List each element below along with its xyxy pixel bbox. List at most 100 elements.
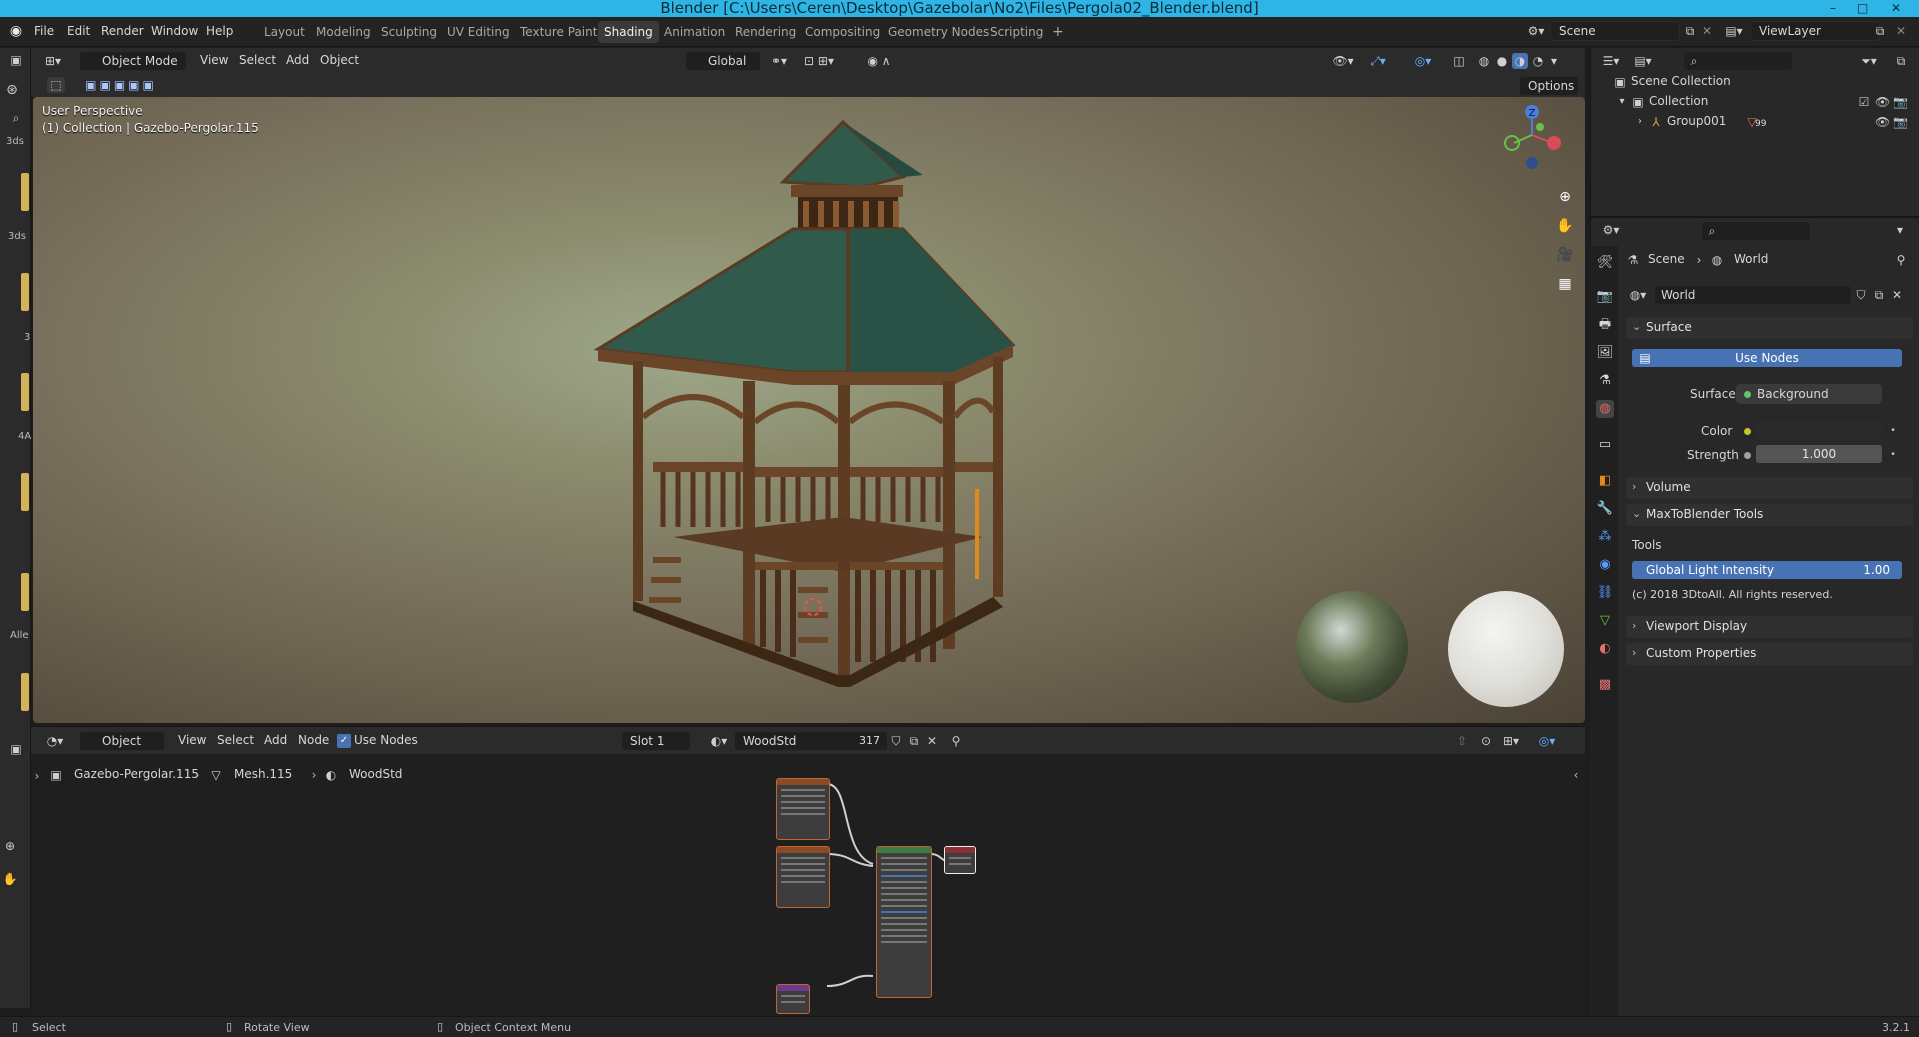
- scene-tab-icon[interactable]: ⚗: [1596, 372, 1614, 390]
- world-name-field[interactable]: World: [1654, 285, 1852, 305]
- editor-type-node-icon[interactable]: ▣: [8, 741, 24, 757]
- minimize-button[interactable]: –: [1830, 0, 1836, 17]
- use-nodes-button[interactable]: ▤ Use Nodes: [1632, 349, 1902, 367]
- fake-user-icon[interactable]: ⛉: [889, 733, 903, 749]
- rendered-shading-icon[interactable]: ◔: [1530, 53, 1546, 69]
- node-menu-view[interactable]: View: [178, 733, 206, 747]
- node-menu-node[interactable]: Node: [298, 733, 329, 747]
- volume-panel-header[interactable]: › Volume: [1626, 477, 1913, 499]
- world-tab-icon[interactable]: ◍: [1596, 400, 1614, 418]
- asset-thumb-5[interactable]: [21, 573, 29, 611]
- expand-collection-icon[interactable]: ▾: [1617, 94, 1627, 110]
- snapping-icon[interactable]: ⊡ ⊞▾: [801, 53, 837, 69]
- object-mode-dropdown[interactable]: Object Mode: [79, 51, 187, 71]
- solid-shading-icon[interactable]: ●: [1494, 53, 1510, 69]
- menu-render[interactable]: Render: [101, 24, 144, 38]
- use-nodes-checkbox[interactable]: ✓: [337, 734, 351, 748]
- viewport-menu-object[interactable]: Object: [320, 53, 359, 67]
- props-breadcrumb-scene[interactable]: Scene: [1648, 252, 1685, 266]
- shader-object-dropdown[interactable]: Object: [79, 731, 165, 751]
- tab-shading[interactable]: Shading: [598, 21, 659, 43]
- overlays-icon[interactable]: ◎▾: [1411, 53, 1435, 69]
- outliner-group[interactable]: Group001: [1667, 114, 1726, 128]
- menu-window[interactable]: Window: [151, 24, 198, 38]
- node-snap-icon[interactable]: ⊙: [1479, 733, 1493, 749]
- viewport-menu-select[interactable]: Select: [239, 53, 276, 67]
- pin-icon[interactable]: ⚲: [1894, 252, 1908, 268]
- asset-thumb-2[interactable]: [21, 273, 29, 311]
- output-tab-icon[interactable]: 🖶: [1596, 316, 1614, 334]
- camera-view-icon[interactable]: 🎥: [1555, 247, 1575, 263]
- tab-layout[interactable]: Layout: [258, 21, 311, 43]
- tool-tab-icon[interactable]: 🛠: [1596, 254, 1614, 272]
- tab-scripting[interactable]: Scripting: [984, 21, 1049, 43]
- tab-rendering[interactable]: Rendering: [729, 21, 802, 43]
- material-tab-icon[interactable]: ◐: [1596, 640, 1614, 658]
- view-layer-tab-icon[interactable]: 🖼: [1596, 344, 1614, 362]
- tab-uv-editing[interactable]: UV Editing: [441, 21, 516, 43]
- gazebo-model[interactable]: [593, 117, 1153, 697]
- modifier-tab-icon[interactable]: 🔧: [1596, 500, 1614, 518]
- outliner-scene-collection[interactable]: Scene Collection: [1631, 74, 1731, 88]
- tweak-tool-icon[interactable]: ⊛: [4, 82, 20, 98]
- material-slot-dropdown[interactable]: Slot 1: [621, 731, 691, 751]
- unlink-world-icon[interactable]: ✕: [1890, 287, 1904, 303]
- tab-modeling[interactable]: Modeling: [310, 21, 377, 43]
- selection-mode-icons[interactable]: ▣▣▣▣▣: [76, 77, 166, 93]
- shading-options-icon[interactable]: ▾: [1548, 53, 1560, 69]
- asset-thumb-4[interactable]: [21, 473, 29, 511]
- properties-options-icon[interactable]: ▾: [1893, 222, 1907, 238]
- pivot-point-icon[interactable]: ⚭▾: [767, 53, 791, 69]
- camera-render-icon[interactable]: 📷: [1893, 114, 1908, 130]
- material-users-count[interactable]: 317: [859, 734, 880, 747]
- pan-view-icon[interactable]: ✋: [1555, 218, 1575, 234]
- new-viewlayer-icon[interactable]: ⧉: [1873, 23, 1887, 39]
- visibility-icon[interactable]: 👁▾: [1331, 53, 1355, 69]
- physics-tab-icon[interactable]: ◉: [1596, 556, 1614, 574]
- custom-properties-panel-header[interactable]: › Custom Properties: [1626, 643, 1913, 665]
- tab-sculpting[interactable]: Sculpting: [375, 21, 443, 43]
- browse-material-icon[interactable]: ◐▾: [707, 733, 731, 749]
- editor-type-icon[interactable]: ▣: [8, 52, 24, 68]
- object-tab-icon[interactable]: ◧: [1596, 472, 1614, 490]
- animate-property-icon[interactable]: •: [1888, 423, 1898, 439]
- particles-tab-icon[interactable]: ⁂: [1596, 528, 1614, 546]
- animate-property-icon[interactable]: •: [1888, 447, 1898, 463]
- node-menu-add[interactable]: Add: [264, 733, 287, 747]
- principled-bsdf-node[interactable]: [876, 846, 932, 998]
- tab-animation[interactable]: Animation: [658, 21, 731, 43]
- scene-selector-icon[interactable]: ⚙▾: [1524, 23, 1548, 39]
- wireframe-shading-icon[interactable]: ◍: [1476, 53, 1492, 69]
- delete-scene-icon[interactable]: ✕: [1700, 23, 1714, 39]
- tab-geometry-nodes[interactable]: Geometry Nodes: [882, 21, 995, 43]
- breadcrumb-object[interactable]: Gazebo-Pergolar.115: [74, 767, 199, 781]
- ortho-toggle-icon[interactable]: ▦: [1555, 276, 1575, 292]
- duplicate-material-icon[interactable]: ⧉: [907, 733, 921, 749]
- viewport-menu-add[interactable]: Add: [286, 53, 309, 67]
- pin-icon[interactable]: ⚲: [949, 733, 963, 749]
- blender-logo-icon[interactable]: ◉: [8, 23, 24, 39]
- shader-type-icon[interactable]: ◔▾: [43, 733, 67, 749]
- node-overlays-icon[interactable]: ◎▾: [1535, 733, 1559, 749]
- eye-icon[interactable]: 👁: [1875, 94, 1890, 110]
- gizmo-icon[interactable]: ⤢▾: [1366, 53, 1390, 69]
- normal-map-node[interactable]: [776, 984, 810, 1014]
- texture-tab-icon[interactable]: ▩: [1596, 676, 1614, 694]
- viewlayer-icon[interactable]: ▤▾: [1722, 23, 1746, 39]
- asset-thumb-6[interactable]: [21, 673, 29, 711]
- viewport-options-dropdown[interactable]: Options: [1519, 76, 1579, 96]
- properties-editor-type-icon[interactable]: ⚙▾: [1599, 222, 1623, 238]
- viewport-menu-view[interactable]: View: [200, 53, 228, 67]
- sidebar-toggle-icon[interactable]: ‹: [1571, 767, 1581, 783]
- maximize-button[interactable]: □: [1857, 0, 1868, 17]
- world-color-swatch[interactable]: [1756, 421, 1882, 439]
- hand-pan-icon[interactable]: ✋: [2, 871, 18, 887]
- collection-tab-icon[interactable]: ▭: [1596, 436, 1614, 454]
- transform-orientation-dropdown[interactable]: Global: [685, 51, 761, 71]
- asset-thumb-1[interactable]: [21, 173, 29, 211]
- node-editor-canvas[interactable]: › ▣ Gazebo-Pergolar.115 › ▽ Mesh.115 › ◐…: [31, 754, 1585, 1016]
- xray-icon[interactable]: ◫: [1451, 53, 1467, 69]
- maxtoblender-panel-header[interactable]: ⌄ MaxToBlender Tools: [1626, 504, 1913, 526]
- viewport-display-panel-header[interactable]: › Viewport Display: [1626, 616, 1913, 638]
- tab-compositing[interactable]: Compositing: [799, 21, 886, 43]
